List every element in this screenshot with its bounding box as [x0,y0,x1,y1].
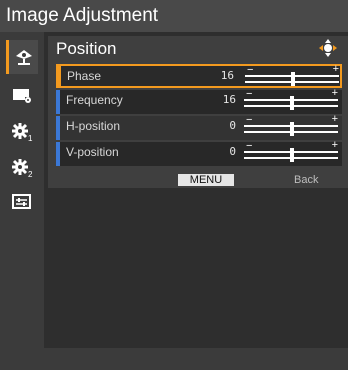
slider-thumb[interactable] [291,72,295,86]
svg-text:2: 2 [28,170,33,178]
row-v-position[interactable]: V-position 0 − + [56,139,342,166]
plus-icon: + [331,139,338,151]
sidebar-item-display[interactable] [6,84,38,108]
picture-icon [15,50,32,65]
row-phase[interactable]: Phase 16 − + [56,63,342,88]
back-button[interactable]: Back [294,174,318,186]
row-label: Phase [67,69,102,83]
row-value: 16 [222,93,236,106]
sidebar: 1 2 [0,32,44,370]
sliders-icon [12,194,31,209]
display-settings-icon [13,89,31,103]
phase-slider[interactable]: − + [245,63,341,87]
bottom-strip [0,348,348,370]
navigation-arrows-icon [319,39,337,57]
gear-1-icon: 1 [12,123,33,142]
slider-thumb[interactable] [290,96,294,110]
plus-icon: + [331,113,338,125]
menu-button[interactable]: MENU [178,174,234,186]
slider-thumb[interactable] [290,122,294,136]
window-title: Image Adjustment [0,0,348,32]
row-label: Frequency [66,93,123,107]
v-position-slider[interactable]: − + [244,139,340,163]
row-label: V-position [66,145,119,159]
svg-text:1: 1 [28,134,33,142]
plus-icon: + [331,87,338,99]
h-position-slider[interactable]: − + [244,113,340,137]
gear-2-icon: 2 [12,159,33,178]
row-value: 16 [220,69,234,82]
row-h-position[interactable]: H-position 0 − + [56,113,342,140]
row-value: 0 [229,119,236,132]
row-value: 0 [229,145,236,158]
sidebar-item-sliders[interactable] [6,190,38,214]
slider-thumb[interactable] [290,148,294,162]
sidebar-item-picture[interactable] [6,40,38,74]
sidebar-item-gear-1[interactable]: 1 [6,120,38,144]
plus-icon: + [332,63,339,75]
row-frequency[interactable]: Frequency 16 − + [56,87,342,114]
row-label: H-position [66,119,121,133]
sidebar-item-gear-2[interactable]: 2 [6,156,38,180]
frequency-slider[interactable]: − + [244,87,340,111]
section-title: Position [56,39,117,58]
